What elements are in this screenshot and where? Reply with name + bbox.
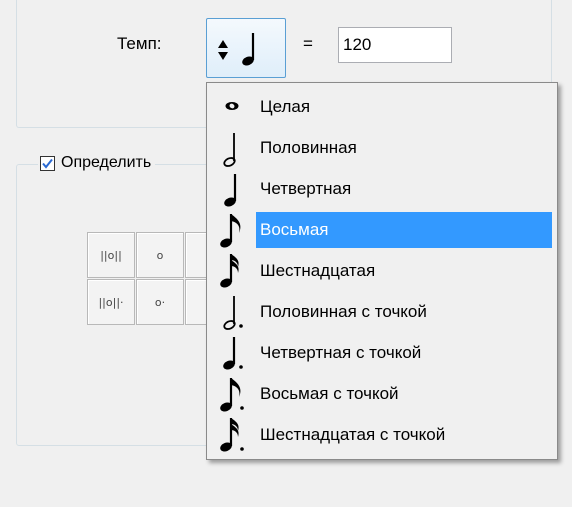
list-item-dotted-sixteenth[interactable]: Шестнадцатая с точкой (208, 414, 556, 455)
list-item-half[interactable]: Половинная (208, 127, 556, 168)
list-item-sixteenth[interactable]: Шестнадцатая (208, 250, 556, 291)
list-item-label: Половинная с точкой (260, 301, 427, 321)
dotted-half-note-button[interactable] (185, 279, 207, 325)
list-item-quarter[interactable]: Четвертная (208, 168, 556, 209)
up-down-arrows-icon (218, 40, 228, 60)
tempo-settings-panel: Темп: = Определить ||o|| o ||o||· o· (0, 0, 572, 507)
sixteenth-note-icon (220, 254, 239, 288)
dotted-quarter-note-icon (223, 337, 243, 370)
list-item-dotted-eighth[interactable]: Восьмая с точкой (208, 373, 556, 414)
list-item-label: Шестнадцатая с точкой (260, 424, 446, 444)
note-value-list: Целая Половинная Четвертная Восьмая Шест… (206, 82, 558, 460)
whole-note-button[interactable]: o (136, 232, 184, 278)
equals-label: = (303, 34, 313, 53)
detect-checkbox[interactable] (40, 155, 55, 171)
tempo-label: Темп: (117, 34, 162, 53)
list-item-whole[interactable]: Целая (208, 86, 556, 127)
breve-icon: ||o|| (100, 248, 122, 262)
detect-label: Определить (61, 154, 152, 171)
half-note-button[interactable] (185, 232, 207, 278)
list-item-label: Восьмая с точкой (260, 383, 399, 403)
whole-note-icon: o (156, 248, 164, 262)
quarter-note-icon (224, 174, 237, 207)
list-item-label: Четвертная с точкой (260, 342, 422, 362)
detect-group-title: Определить (38, 150, 156, 176)
dotted-breve-button[interactable]: ||o||· (87, 279, 135, 325)
quarter-note-icon (242, 33, 255, 66)
list-item-label: Четвертная (260, 178, 352, 198)
list-item-dotted-half[interactable]: Половинная с точкой (208, 291, 556, 332)
note-value-dropdown[interactable] (206, 18, 286, 78)
list-item-label: Целая (260, 96, 311, 116)
bpm-input[interactable] (338, 27, 452, 63)
checkmark-icon (42, 158, 53, 169)
list-item-label: Половинная (260, 137, 357, 157)
dotted-sixteenth-note-icon (220, 418, 244, 452)
list-item-label: Восьмая (260, 219, 329, 239)
dotted-half-note-icon (223, 296, 243, 330)
list-item-eighth[interactable]: Восьмая (208, 209, 556, 250)
dotted-breve-icon: ||o||· (98, 295, 124, 309)
whole-note-icon (225, 102, 239, 110)
list-item-label: Шестнадцатая (260, 260, 376, 280)
eighth-note-icon (220, 214, 241, 248)
list-item-dotted-quarter[interactable]: Четвертная с точкой (208, 332, 556, 373)
breve-button[interactable]: ||o|| (87, 232, 135, 278)
dotted-whole-note-button[interactable]: o· (136, 279, 184, 325)
dotted-whole-note-icon: o· (154, 295, 166, 309)
dotted-eighth-note-icon (220, 378, 244, 412)
half-note-icon (223, 133, 236, 167)
